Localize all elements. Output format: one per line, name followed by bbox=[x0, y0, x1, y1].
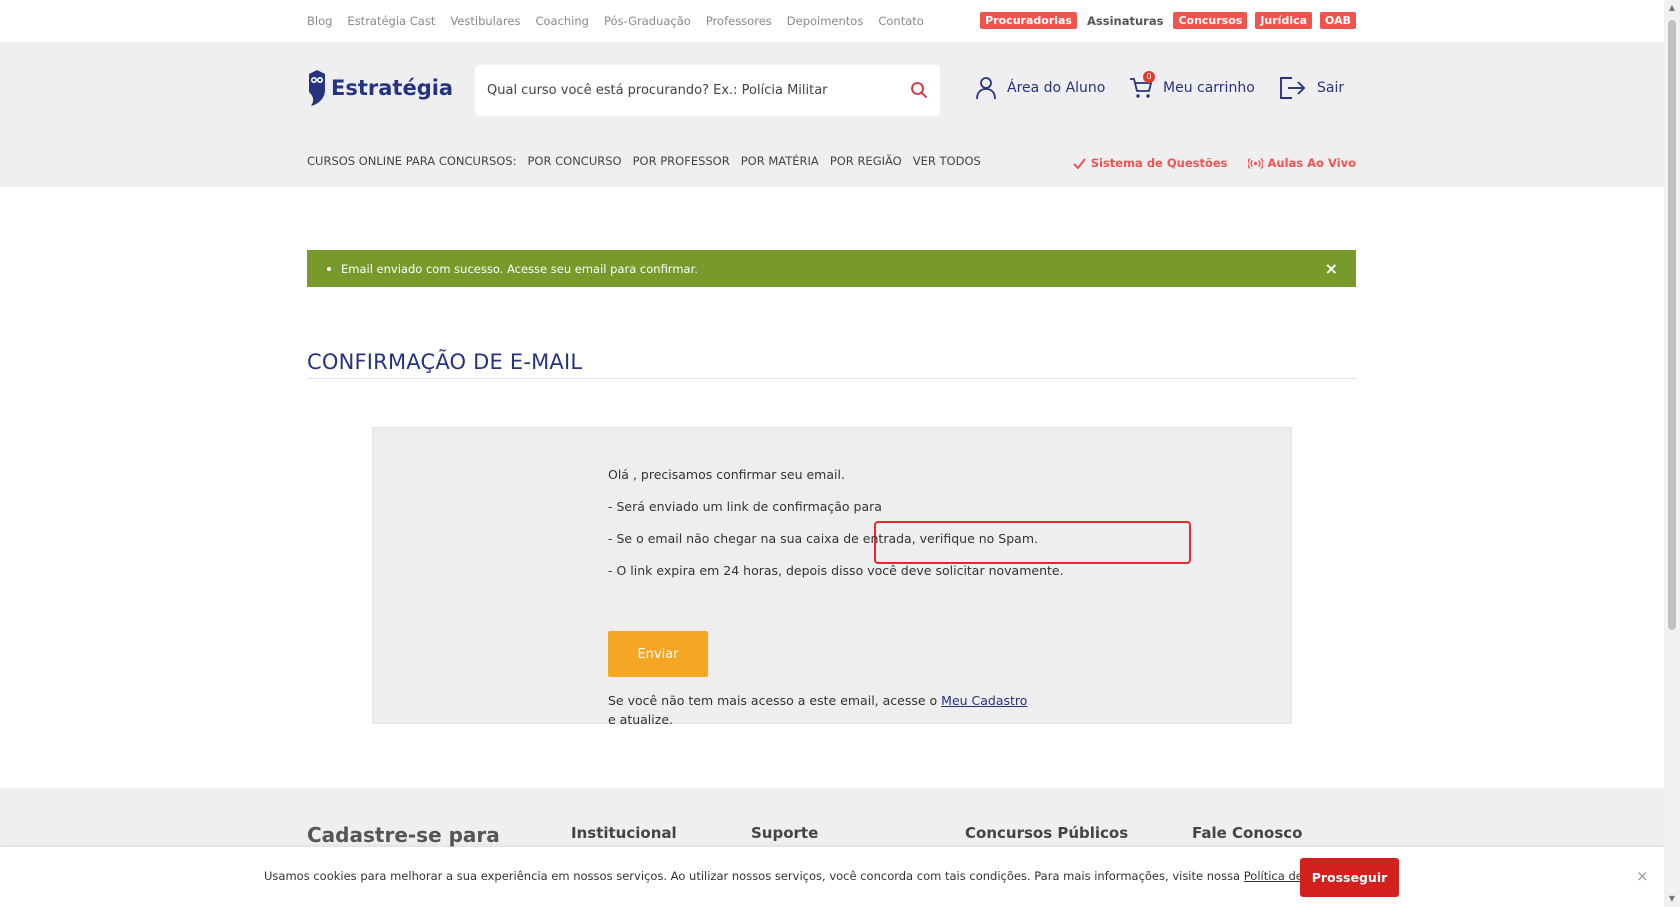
spam-hint-text: - Se o email não chegar na sua caixa de … bbox=[608, 531, 1038, 546]
top-utility-bar: Blog Estratégia Cast Vestibulares Coachi… bbox=[0, 0, 1664, 42]
catnav-label: CURSOS ONLINE PARA CONCURSOS: bbox=[307, 154, 517, 168]
logout-link[interactable]: Sair bbox=[1279, 76, 1344, 100]
bullet-icon bbox=[327, 266, 331, 271]
live-classes-label: Aulas Ao Vivo bbox=[1267, 156, 1356, 170]
search-input[interactable] bbox=[475, 65, 895, 116]
logout-label: Sair bbox=[1317, 80, 1345, 96]
alert-close-icon[interactable]: × bbox=[1325, 259, 1338, 278]
search-icon[interactable] bbox=[910, 81, 928, 99]
note-text-before: Se você não tem mais acesso a este email… bbox=[608, 693, 942, 708]
questions-system-label: Sistema de Questões bbox=[1090, 156, 1228, 170]
logout-icon bbox=[1280, 77, 1306, 99]
badge-juridica[interactable]: Jurídica bbox=[1255, 12, 1313, 29]
update-email-note: Se você não tem mais acesso a este email… bbox=[608, 691, 1028, 729]
top-links: Blog Estratégia Cast Vestibulares Coachi… bbox=[307, 14, 924, 28]
footer-support-heading: Suporte bbox=[751, 824, 819, 842]
cookie-banner: Usamos cookies para melhorar a sua exper… bbox=[0, 847, 1664, 907]
greeting-text: Olá , precisamos confirmar seu email. bbox=[608, 467, 845, 482]
cart-label: Meu carrinho bbox=[1163, 80, 1255, 96]
user-icon bbox=[976, 77, 996, 100]
catnav-por-professor[interactable]: POR PROFESSOR bbox=[633, 154, 730, 168]
accept-cookies-button[interactable]: Prosseguir bbox=[1300, 858, 1399, 897]
send-button[interactable]: Enviar bbox=[608, 631, 708, 677]
expiry-text: - O link expira em 24 horas, depois diss… bbox=[608, 563, 1064, 578]
confirmation-panel: Olá , precisamos confirmar seu email. - … bbox=[372, 427, 1292, 727]
scroll-up-arrow-icon[interactable]: ▲ bbox=[1667, 3, 1677, 13]
main-header: Estratégia Área do Aluno 0 Meu carrinho bbox=[0, 42, 1664, 187]
footer-public-contests-heading: Concursos Públicos bbox=[965, 824, 1129, 842]
top-link-depoimentos[interactable]: Depoimentos bbox=[787, 14, 864, 28]
top-link-professores[interactable]: Professores bbox=[706, 14, 772, 28]
alert-message-row: Email enviado com sucesso. Acesse seu em… bbox=[307, 262, 698, 276]
cart-icon-wrap: 0 bbox=[1129, 71, 1155, 100]
catnav-por-concurso[interactable]: POR CONCURSO bbox=[527, 154, 621, 168]
cookie-text: Usamos cookies para melhorar a sua exper… bbox=[264, 869, 1377, 883]
broadcast-icon bbox=[1247, 157, 1263, 169]
page-scrollbar[interactable]: ▲ ▼ bbox=[1664, 0, 1680, 907]
title-divider bbox=[307, 378, 1356, 379]
cart-count-badge: 0 bbox=[1143, 71, 1155, 83]
cookie-message: Usamos cookies para melhorar a sua exper… bbox=[264, 869, 1244, 883]
badge-assinaturas[interactable]: Assinaturas bbox=[1085, 14, 1165, 28]
category-nav: CURSOS ONLINE PARA CONCURSOS: POR CONCUR… bbox=[307, 154, 981, 168]
top-link-vestibulares[interactable]: Vestibulares bbox=[450, 14, 520, 28]
catnav-por-regiao[interactable]: POR REGIÃO bbox=[830, 154, 902, 168]
top-link-cast[interactable]: Estratégia Cast bbox=[347, 14, 435, 28]
footer-contact-heading: Fale Conosco bbox=[1192, 824, 1303, 842]
student-area-link[interactable]: Área do Aluno bbox=[975, 76, 1105, 100]
search-box bbox=[475, 65, 940, 116]
footer-institutional-heading: Institucional bbox=[571, 824, 677, 842]
top-link-blog[interactable]: Blog bbox=[307, 14, 332, 28]
owl-logo-icon bbox=[309, 70, 325, 106]
top-link-coaching[interactable]: Coaching bbox=[535, 14, 589, 28]
cart-link[interactable]: 0 Meu carrinho bbox=[1129, 71, 1255, 100]
student-area-label: Área do Aluno bbox=[1007, 80, 1106, 96]
link-sent-text: - Será enviado um link de confirmação pa… bbox=[608, 499, 882, 514]
cookie-close-icon[interactable]: × bbox=[1636, 867, 1649, 885]
logo[interactable]: Estratégia bbox=[307, 70, 453, 106]
scroll-down-arrow-icon[interactable]: ▼ bbox=[1667, 894, 1677, 904]
my-account-link[interactable]: Meu Cadastro bbox=[941, 693, 1027, 708]
check-icon bbox=[1072, 157, 1086, 169]
live-classes-link[interactable]: Aulas Ao Vivo bbox=[1247, 156, 1356, 170]
note-text-after: e atualize. bbox=[608, 712, 673, 727]
questions-system-link[interactable]: Sistema de Questões bbox=[1072, 156, 1228, 170]
scroll-thumb[interactable] bbox=[1668, 20, 1676, 630]
success-alert: Email enviado com sucesso. Acesse seu em… bbox=[307, 250, 1356, 287]
badge-oab[interactable]: OAB bbox=[1320, 12, 1356, 29]
badge-concursos[interactable]: Concursos bbox=[1173, 12, 1248, 29]
catnav-ver-todos[interactable]: VER TODOS bbox=[913, 154, 981, 168]
logo-text: Estratégia bbox=[331, 76, 454, 100]
page-title: CONFIRMAÇÃO DE E-MAIL bbox=[307, 350, 583, 374]
catnav-por-materia[interactable]: POR MATÉRIA bbox=[741, 154, 819, 168]
top-link-contato[interactable]: Contato bbox=[878, 14, 923, 28]
badge-procuradorias[interactable]: Procuradorias bbox=[980, 12, 1077, 29]
right-nav: Sistema de Questões Aulas Ao Vivo bbox=[1072, 156, 1356, 170]
footer-signup-heading: Cadastre-se para bbox=[307, 823, 500, 847]
top-link-pos-graduacao[interactable]: Pós-Graduação bbox=[604, 14, 691, 28]
alert-message: Email enviado com sucesso. Acesse seu em… bbox=[341, 261, 698, 276]
vertical-badges: Procuradorias Assinaturas Concursos Jurí… bbox=[980, 12, 1356, 29]
